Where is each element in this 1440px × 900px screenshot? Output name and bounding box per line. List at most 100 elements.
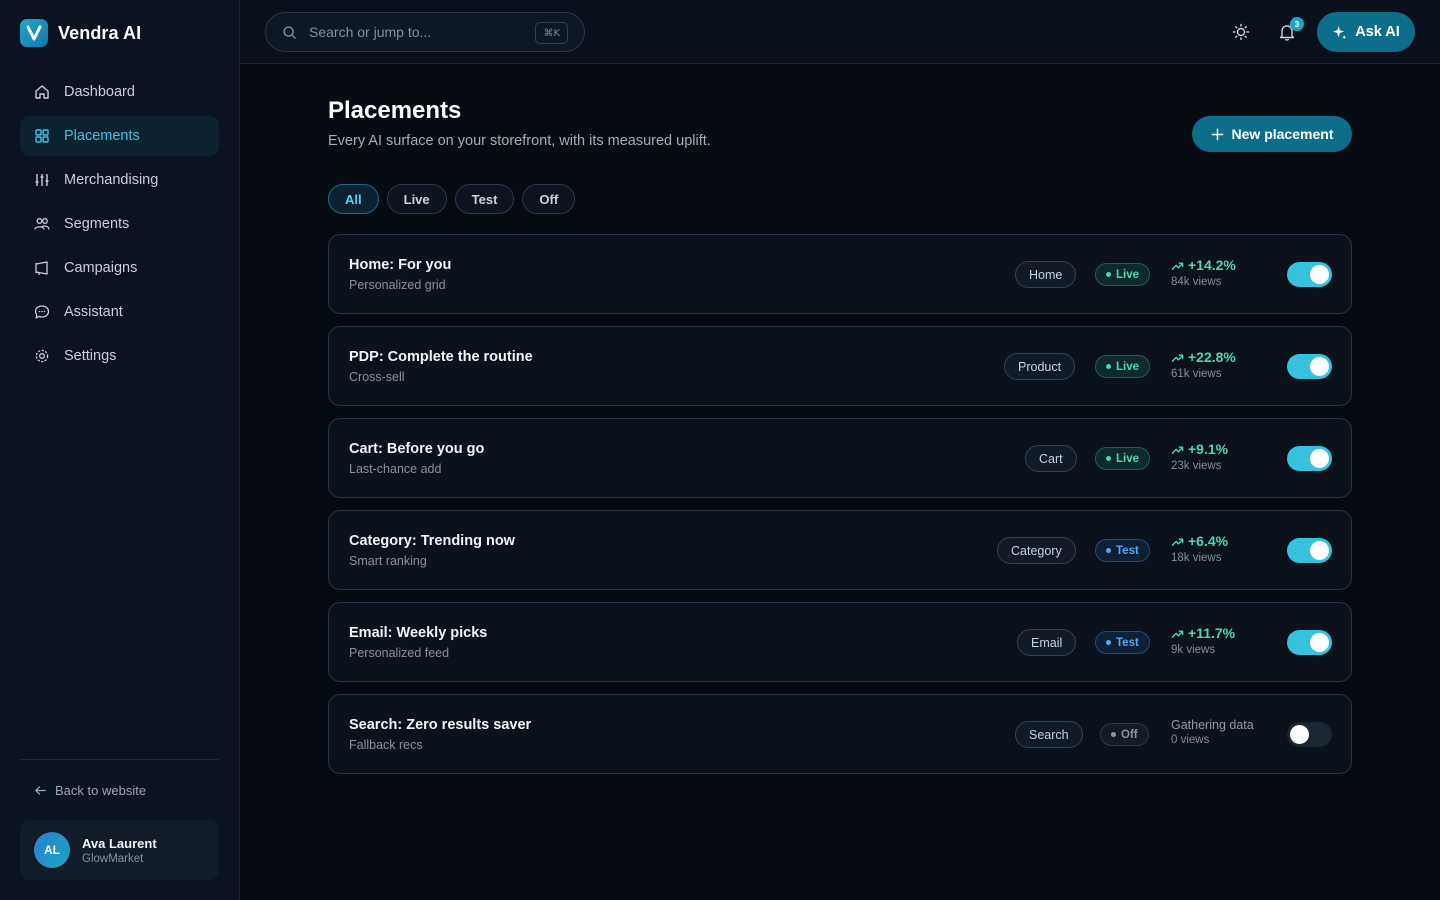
filter-all[interactable]: All — [328, 184, 379, 214]
placement-subtitle: Personalized feed — [349, 646, 450, 660]
app-name: Vendra AI — [58, 22, 142, 43]
placement-title: Home: For you — [349, 257, 452, 273]
users-icon — [34, 218, 50, 230]
status-dot — [1106, 640, 1111, 645]
sparkle-icon — [1333, 25, 1347, 39]
notifications-button[interactable]: 3 — [1275, 17, 1304, 44]
back-label: Back to website — [55, 783, 147, 798]
placement-row[interactable]: PDP: Complete the routine Cross-sell Pro… — [328, 326, 1352, 406]
sidebar-item-label: Merchandising — [64, 172, 159, 188]
trend-up-icon — [1171, 537, 1184, 546]
filter-off[interactable]: Off — [522, 184, 576, 214]
placement-toggle[interactable] — [1287, 630, 1332, 655]
sidebar-item-label: Placements — [64, 128, 140, 144]
filter-live[interactable]: Live — [386, 184, 447, 214]
status-dot — [1106, 548, 1111, 553]
filter-test[interactable]: Test — [454, 184, 515, 214]
placement-title: Search: Zero results saver — [349, 717, 532, 733]
toggle-knob — [1310, 633, 1329, 652]
sidebar-item-assistant[interactable]: Assistant — [20, 292, 219, 332]
placement-title: Category: Trending now — [349, 533, 515, 549]
surface-tag: Home — [1015, 261, 1077, 288]
trend-up-icon — [1171, 261, 1184, 270]
sidebar-item-segments[interactable]: Segments — [20, 204, 219, 244]
placement-toggle[interactable] — [1287, 538, 1332, 563]
back-to-website-link[interactable]: Back to website — [34, 783, 146, 798]
uplift-value: +9.1% — [1188, 441, 1229, 457]
megaphone-icon — [35, 261, 48, 275]
uplift-metric: +9.1% 23k views — [1171, 441, 1228, 472]
placement-toggle[interactable] — [1287, 354, 1332, 379]
grid-icon — [35, 129, 49, 143]
theme-toggle-button[interactable] — [1229, 20, 1253, 44]
ask-ai-label: Ask AI — [1355, 24, 1400, 40]
user-name: Ava Laurent — [82, 835, 157, 851]
status-badge: Live — [1095, 263, 1151, 286]
sidebar-item-settings[interactable]: Settings — [20, 336, 219, 376]
toggle-knob — [1310, 449, 1329, 468]
placement-title: Email: Weekly picks — [349, 625, 488, 641]
trend-up-icon — [1171, 445, 1184, 454]
sidebar-item-label: Segments — [64, 216, 130, 232]
uplift-value: +6.4% — [1188, 533, 1229, 549]
views-count: 18k views — [1171, 552, 1222, 564]
trend-up-icon — [1171, 353, 1184, 362]
sidebar-item-merchandising[interactable]: Merchandising — [20, 160, 219, 200]
sidebar-item-label: Dashboard — [64, 84, 135, 100]
status-filters: All Live Test Off — [328, 184, 576, 214]
status-label: Test — [1116, 544, 1139, 557]
placement-subtitle: Last-chance add — [349, 462, 442, 476]
sidebar-item-placements[interactable]: Placements — [20, 116, 219, 156]
views-count: 84k views — [1171, 276, 1222, 288]
new-placement-button[interactable]: New placement — [1192, 116, 1352, 152]
chat-icon — [34, 305, 50, 319]
toggle-knob — [1310, 357, 1329, 376]
search-input[interactable]: Search or jump to... ⌘K — [265, 12, 585, 52]
placement-title: PDP: Complete the routine — [349, 349, 533, 365]
views-count: 61k views — [1171, 368, 1222, 380]
new-placement-label: New placement — [1231, 126, 1334, 142]
status-label: Off — [1121, 728, 1138, 741]
uplift-metric: +11.7% 9k views — [1171, 625, 1235, 656]
placement-row[interactable]: Search: Zero results saver Fallback recs… — [328, 694, 1352, 774]
sun-icon — [1232, 23, 1250, 41]
uplift-metric: +14.2% 84k views — [1171, 257, 1236, 288]
user-org: GlowMarket — [82, 852, 144, 865]
page-title: Placements — [328, 97, 462, 124]
trend-up-icon — [1171, 629, 1184, 638]
toggle-knob — [1290, 725, 1309, 744]
status-dot — [1111, 732, 1116, 737]
views-count: 23k views — [1171, 460, 1222, 472]
search-icon — [283, 25, 296, 39]
status-badge: Live — [1095, 355, 1151, 378]
sidebar-item-campaigns[interactable]: Campaigns — [20, 248, 219, 288]
placement-toggle[interactable] — [1287, 722, 1332, 747]
status-badge: Test — [1095, 539, 1150, 562]
placement-row[interactable]: Home: For you Personalized grid Home Liv… — [328, 234, 1352, 314]
placement-row[interactable]: Email: Weekly picks Personalized feed Em… — [328, 602, 1352, 682]
plus-icon — [1211, 128, 1223, 140]
sidebar-item-label: Settings — [64, 348, 117, 364]
sidebar-item-dashboard[interactable]: Dashboard — [20, 72, 219, 112]
views-count: 9k views — [1171, 644, 1216, 656]
uplift-value: +14.2% — [1188, 257, 1236, 273]
views-count: 0 views — [1171, 734, 1210, 746]
status-dot — [1106, 456, 1111, 461]
placement-toggle[interactable] — [1287, 262, 1332, 287]
uplift-metric: Gathering data 0 views — [1171, 718, 1254, 746]
placement-toggle[interactable] — [1287, 446, 1332, 471]
brand[interactable]: Vendra AI — [20, 19, 141, 47]
status-dot — [1106, 272, 1111, 277]
status-badge: Live — [1095, 447, 1151, 470]
placement-title: Cart: Before you go — [349, 441, 485, 457]
status-label: Live — [1116, 268, 1140, 281]
sidebar-nav: Dashboard Placements Merchandising Segme… — [20, 72, 219, 380]
ask-ai-button[interactable]: Ask AI — [1317, 12, 1415, 52]
placement-subtitle: Personalized grid — [349, 278, 446, 292]
surface-tag: Product — [1004, 353, 1076, 380]
user-card[interactable]: AL Ava Laurent GlowMarket — [20, 820, 219, 880]
placement-row[interactable]: Cart: Before you go Last-chance add Cart… — [328, 418, 1352, 498]
sidebar-item-label: Campaigns — [64, 260, 138, 276]
search-placeholder: Search or jump to... — [309, 24, 432, 40]
placement-row[interactable]: Category: Trending now Smart ranking Cat… — [328, 510, 1352, 590]
